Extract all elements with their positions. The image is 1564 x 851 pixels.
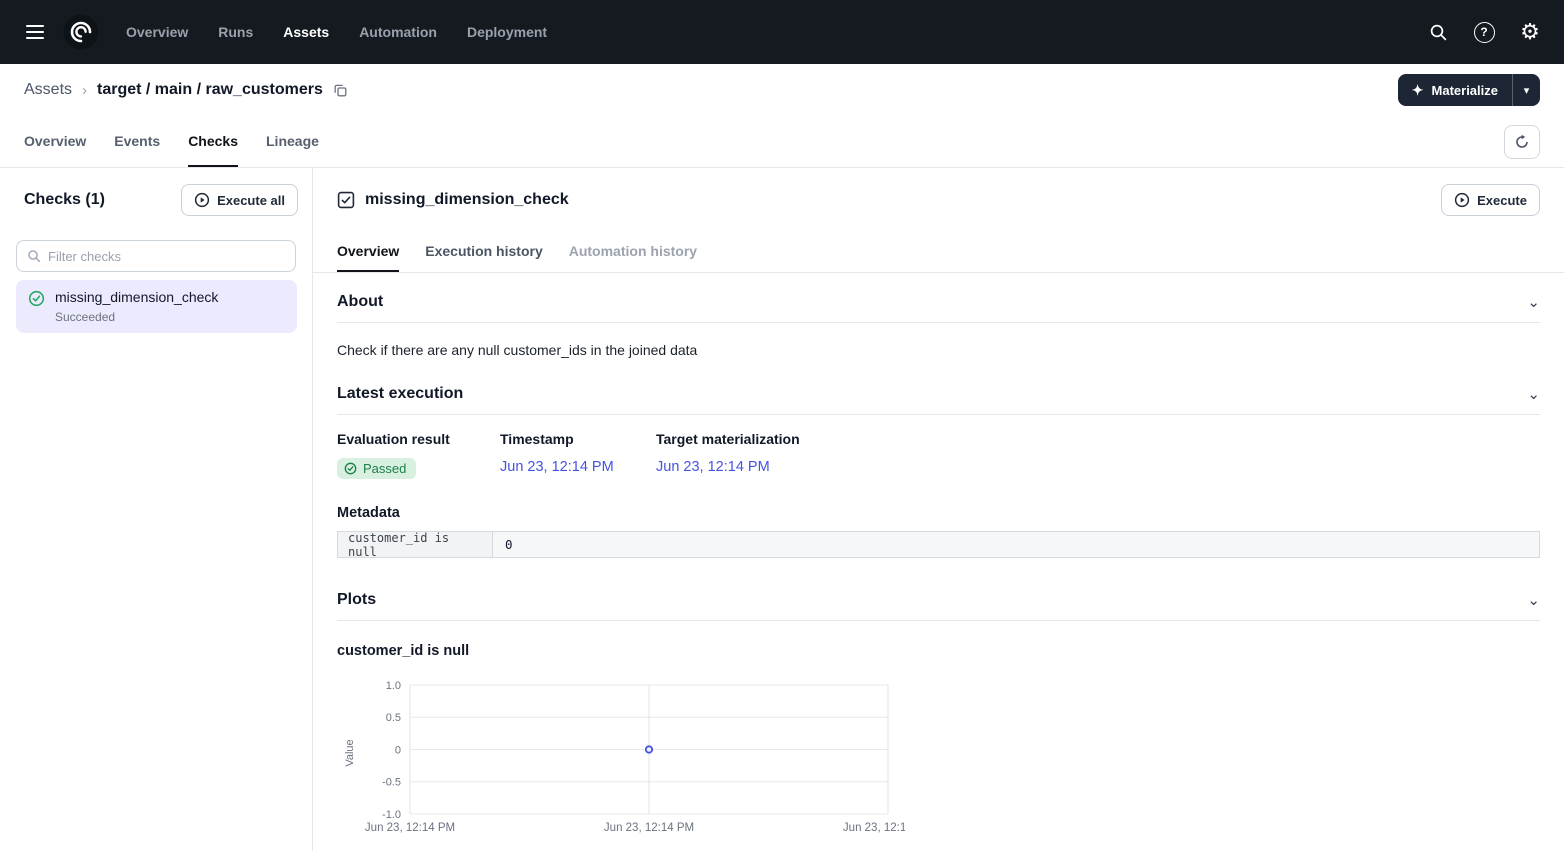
hamburger-menu-icon[interactable]: [18, 15, 52, 49]
tab-overview[interactable]: Overview: [24, 116, 86, 167]
dagster-logo[interactable]: [62, 13, 100, 51]
search-icon[interactable]: [1422, 16, 1454, 48]
refresh-glyph: [1514, 134, 1530, 150]
svg-text:-0.5: -0.5: [382, 777, 401, 789]
passed-check-icon: [344, 462, 357, 475]
svg-text:-1.0: -1.0: [382, 809, 401, 821]
breadcrumb-assets-link[interactable]: Assets: [24, 81, 72, 99]
copy-icon[interactable]: [333, 83, 348, 98]
detail-tab-overview[interactable]: Overview: [337, 232, 399, 272]
y-tick-labels: 1.0 0.5 0 -0.5 -1.0: [382, 680, 401, 821]
materialize-label: Materialize: [1432, 83, 1498, 98]
copy-glyph: [333, 83, 348, 98]
passed-badge-label: Passed: [363, 461, 406, 476]
svg-text:Jun 23, 12:14 PM: Jun 23, 12:14 PM: [604, 822, 694, 834]
nav-deployment[interactable]: Deployment: [467, 24, 547, 40]
materialize-button[interactable]: ✦ Materialize: [1398, 74, 1512, 106]
metadata-table: customer_id is null 0: [337, 531, 1540, 558]
refresh-icon[interactable]: [1504, 125, 1540, 159]
execution-timestamp-link[interactable]: Jun 23, 12:14 PM: [500, 459, 614, 475]
execute-all-label: Execute all: [217, 193, 285, 208]
passed-badge: Passed: [337, 458, 416, 479]
help-glyph: ?: [1474, 22, 1495, 43]
execute-button[interactable]: Execute: [1441, 184, 1540, 216]
tab-lineage[interactable]: Lineage: [266, 116, 319, 167]
data-point: [646, 746, 652, 752]
detail-tab-automation-history[interactable]: Automation history: [569, 232, 697, 272]
svg-text:0.5: 0.5: [386, 712, 401, 724]
materialize-dropdown-button[interactable]: ▾: [1512, 74, 1540, 106]
check-detail-title: missing_dimension_check: [365, 191, 569, 209]
main-layout: Checks (1) Execute all missing_d: [0, 168, 1564, 851]
tab-events[interactable]: Events: [114, 116, 160, 167]
detail-tab-bar: Overview Execution history Automation hi…: [313, 232, 1564, 273]
latest-execution-collapse-chevron-icon[interactable]: ⌄: [1527, 387, 1540, 402]
metadata-key: customer_id is null: [338, 532, 493, 557]
help-icon[interactable]: ?: [1468, 16, 1500, 48]
check-name: missing_dimension_check: [55, 289, 218, 307]
execute-all-button[interactable]: Execute all: [181, 184, 298, 216]
latest-execution-section-header: Latest execution ⌄: [337, 385, 1540, 415]
target-materialization-label: Target materialization: [656, 431, 800, 447]
about-collapse-chevron-icon[interactable]: ⌄: [1527, 295, 1540, 310]
check-detail-panel: missing_dimension_check Execute Overview…: [313, 168, 1564, 851]
svg-text:0: 0: [395, 745, 401, 757]
checks-sidebar: Checks (1) Execute all missing_d: [0, 168, 313, 851]
caret-down-icon: ▾: [1524, 85, 1530, 97]
plots-section-header: Plots ⌄: [337, 591, 1540, 621]
sparkle-icon: ✦: [1412, 83, 1424, 97]
about-section-header: About ⌄: [337, 293, 1540, 323]
dagster-logo-icon: [62, 13, 100, 51]
latest-execution-heading: Latest execution: [337, 385, 463, 403]
filter-checks-input[interactable]: [48, 249, 285, 264]
asset-tab-bar: Overview Events Checks Lineage: [0, 116, 1564, 168]
nav-overview[interactable]: Overview: [126, 24, 188, 40]
magnifier-glyph: [1429, 23, 1448, 42]
latest-execution-grid: Evaluation result Passed Timestamp: [337, 431, 1540, 479]
asset-check-icon: [337, 191, 355, 209]
check-list-item[interactable]: missing_dimension_check Succeeded: [16, 280, 297, 333]
top-nav: Overview Runs Assets Automation Deployme…: [0, 0, 1564, 64]
check-description: Check if there are any null customer_ids…: [337, 342, 1540, 358]
plot-title: customer_id is null: [337, 643, 1540, 659]
plots-heading: Plots: [337, 591, 376, 609]
nav-runs[interactable]: Runs: [218, 24, 253, 40]
detail-scroll-area: About ⌄ Check if there are any null cust…: [313, 273, 1564, 850]
breadcrumb-asset-path: target / main / raw_customers: [97, 81, 323, 99]
metadata-heading: Metadata: [337, 505, 1540, 521]
breadcrumb-row: Assets › target / main / raw_customers ✦…: [0, 64, 1564, 116]
success-check-icon: [28, 290, 45, 307]
play-circle-icon: [194, 192, 210, 208]
evaluation-result-label: Evaluation result: [337, 431, 500, 447]
execute-label: Execute: [1477, 193, 1527, 208]
metadata-value: 0: [493, 532, 1539, 557]
about-heading: About: [337, 293, 383, 311]
nav-automation[interactable]: Automation: [359, 24, 437, 40]
breadcrumb-chevron-icon: ›: [82, 82, 87, 99]
svg-text:1.0: 1.0: [386, 680, 401, 692]
scatter-plot-svg: Value: [345, 675, 905, 845]
gear-glyph: ⚙: [1520, 21, 1540, 43]
target-materialization-link[interactable]: Jun 23, 12:14 PM: [656, 459, 770, 475]
search-small-icon: [27, 249, 41, 263]
nav-assets[interactable]: Assets: [283, 24, 329, 40]
tab-checks[interactable]: Checks: [188, 116, 238, 167]
svg-text:Jun 23, 12:14 PM: Jun 23, 12:14 PM: [843, 822, 905, 834]
materialize-split-button: ✦ Materialize ▾: [1398, 74, 1540, 106]
x-tick-labels: Jun 23, 12:14 PM Jun 23, 12:14 PM Jun 23…: [365, 822, 905, 834]
filter-checks-box: [16, 240, 296, 272]
svg-text:Jun 23, 12:14 PM: Jun 23, 12:14 PM: [365, 822, 455, 834]
check-status: Succeeded: [55, 310, 218, 324]
checks-count-title: Checks (1): [24, 191, 105, 209]
y-axis-label: Value: [345, 739, 356, 766]
value-plot-chart: Value: [345, 675, 1540, 850]
timestamp-label: Timestamp: [500, 431, 656, 447]
detail-tab-execution-history[interactable]: Execution history: [425, 232, 542, 272]
play-circle-icon: [1454, 192, 1470, 208]
settings-gear-icon[interactable]: ⚙: [1514, 16, 1546, 48]
primary-nav: Overview Runs Assets Automation Deployme…: [126, 24, 547, 40]
plots-collapse-chevron-icon[interactable]: ⌄: [1527, 593, 1540, 608]
